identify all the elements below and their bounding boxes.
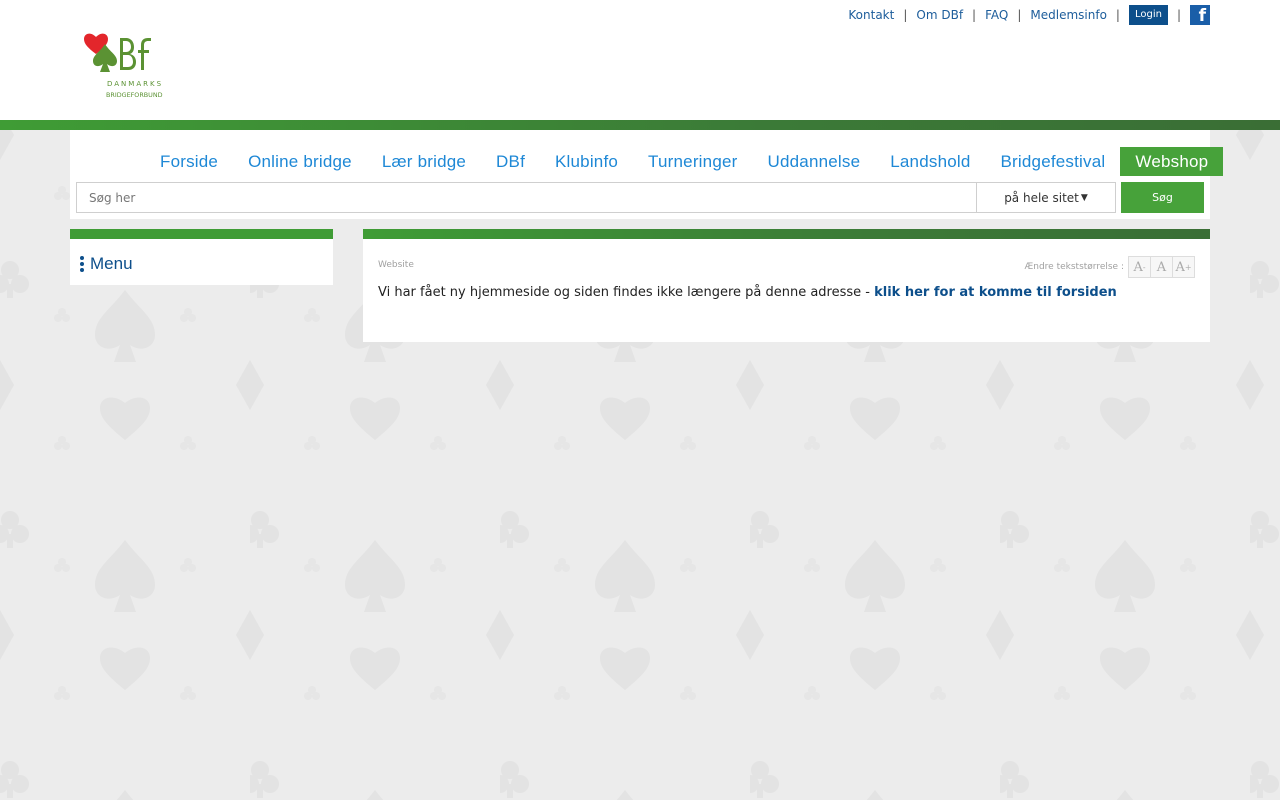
navigation-panel: Forside Online bridge Lær bridge DBf Klu… — [70, 130, 1224, 219]
link-kontakt[interactable]: Kontakt — [848, 8, 894, 22]
nav-item-webshop[interactable]: Webshop — [1120, 147, 1224, 176]
nav-item-landshold[interactable]: Landshold — [875, 147, 985, 176]
breadcrumb[interactable]: Website — [378, 260, 414, 270]
nav-item-laer-bridge[interactable]: Lær bridge — [367, 147, 481, 176]
font-larger-button[interactable]: A + — [1172, 256, 1195, 278]
link-om-dbf[interactable]: Om DBf — [916, 8, 963, 22]
link-medlemsinfo[interactable]: Medlemsinfo — [1030, 8, 1107, 22]
search-scope-dropdown[interactable]: på hele sitet ▼ — [976, 182, 1116, 213]
top-links: Kontakt | Om DBf | FAQ | Medlemsinfo | L… — [848, 5, 1210, 25]
font-smaller-button[interactable]: A- — [1128, 256, 1151, 278]
separator: | — [1115, 8, 1120, 22]
nav-item-bridgefestival[interactable]: Bridgefestival — [986, 147, 1121, 176]
search-input[interactable] — [76, 182, 976, 213]
header-divider — [0, 120, 1280, 130]
menu-toggle[interactable]: Menu — [80, 254, 133, 274]
search-scope-label: på hele sitet — [1004, 190, 1079, 205]
link-faq[interactable]: FAQ — [985, 8, 1008, 22]
content-header-bar — [363, 229, 1210, 239]
separator: | — [1017, 8, 1022, 22]
facebook-icon[interactable]: f — [1190, 5, 1210, 25]
main-content: Website Ændre tekststørrelse : A- A A + V… — [363, 229, 1210, 342]
separator: | — [903, 8, 908, 22]
login-button[interactable]: Login — [1128, 5, 1168, 25]
caret-down-icon: ▼ — [1080, 192, 1088, 203]
message-text: Vi har fået ny hjemmeside og siden finde… — [378, 285, 875, 300]
search-bar: på hele sitet ▼ Søg — [76, 182, 1204, 213]
font-size-controls: Ændre tekststørrelse : A- A A + — [1024, 256, 1195, 278]
separator: | — [972, 8, 977, 22]
nav-item-klubinfo[interactable]: Klubinfo — [540, 147, 633, 176]
nav-item-turneringer[interactable]: Turneringer — [633, 147, 752, 176]
nav-item-uddannelse[interactable]: Uddannelse — [753, 147, 876, 176]
font-size-label: Ændre tekststørrelse : — [1024, 262, 1124, 272]
nav-item-dbf[interactable]: DBf — [481, 147, 540, 176]
nav-item-forside[interactable]: Forside — [145, 147, 233, 176]
menu-label: Menu — [90, 254, 133, 273]
separator: | — [1176, 8, 1181, 22]
nav-item-online-bridge[interactable]: Online bridge — [233, 147, 367, 176]
dbf-logo[interactable]: DANMARKS BRIDGEFORBUND — [84, 32, 188, 100]
font-normal-button[interactable]: A — [1150, 256, 1173, 278]
main-nav: Forside Online bridge Lær bridge DBf Klu… — [145, 147, 1224, 176]
header: Kontakt | Om DBf | FAQ | Medlemsinfo | L… — [0, 0, 1280, 120]
page-message: Vi har fået ny hjemmeside og siden finde… — [378, 285, 1117, 300]
sidebar: Menu — [70, 229, 333, 285]
search-button[interactable]: Søg — [1121, 182, 1204, 213]
homepage-link[interactable]: klik her for at komme til forsiden — [874, 285, 1117, 300]
svg-text:DANMARKS: DANMARKS — [107, 80, 163, 88]
menu-dots-icon — [80, 255, 84, 273]
svg-text:BRIDGEFORBUND: BRIDGEFORBUND — [106, 91, 163, 99]
